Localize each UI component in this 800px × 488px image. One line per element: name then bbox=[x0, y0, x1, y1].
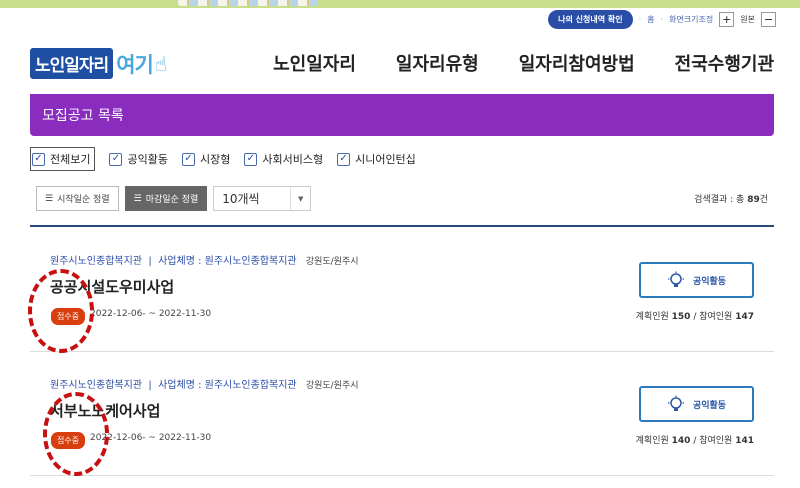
list-item[interactable]: 원주시노인종합복지관 | 사업체명 : 원주시노인종합복지관 강원도/원주시 서… bbox=[30, 352, 774, 476]
result-number: 89 bbox=[747, 195, 760, 205]
sort-by-start-button[interactable]: ☰ 시작일순 정렬 bbox=[36, 186, 119, 211]
main-nav: 노인일자리 일자리유형 일자리참여방법 전국수행기관 bbox=[273, 50, 774, 76]
result-label: 검색결과 : 총 bbox=[694, 195, 748, 205]
separator: | bbox=[145, 380, 159, 391]
count-separator: / bbox=[690, 312, 700, 322]
filter-all[interactable]: ✓ 전체보기 bbox=[30, 147, 96, 171]
sort-controls: ☰ 시작일순 정렬 ☰ 마감일순 정렬 10개씩 ▼ bbox=[36, 186, 312, 211]
chevron-down-icon: ▼ bbox=[290, 187, 310, 210]
site-header: 노인일자리 여기 ☝ 노인일자리 일자리유형 일자리참여방법 전국수행기관 bbox=[0, 36, 800, 92]
site-logo[interactable]: 노인일자리 여기 ☝ bbox=[30, 48, 167, 79]
filter-label: 사회서비스형 bbox=[262, 153, 324, 166]
job-type-label: 공익활동 bbox=[692, 276, 727, 287]
joined-count: 147 bbox=[735, 312, 754, 322]
planned-label: 계획인원 bbox=[635, 436, 672, 446]
filter-label: 공익활동 bbox=[127, 153, 168, 166]
separator: | bbox=[145, 256, 159, 267]
business-name: 사업체명 : 원주시노인종합복지관 bbox=[158, 380, 297, 391]
utility-bar: 나의 신청내역 확인 · 홈 · 화면크기조정 + 원본 − bbox=[548, 10, 776, 29]
item-meta: 원주시노인종합복지관 | 사업체명 : 원주시노인종합복지관 강원도/원주시 bbox=[50, 376, 359, 391]
lightbulb-icon bbox=[667, 395, 684, 411]
screen-size-label: 화면크기조정 bbox=[669, 15, 714, 24]
nav-item-agencies[interactable]: 전국수행기관 bbox=[675, 50, 774, 76]
headcount-info: 계획인원 140 / 참여인원 141 bbox=[636, 433, 754, 446]
item-meta: 원주시노인종합복지관 | 사업체명 : 원주시노인종합복지관 강원도/원주시 bbox=[50, 252, 359, 267]
filter-market-type[interactable]: ✓ 시장형 bbox=[181, 151, 231, 167]
region: 강원도/원주시 bbox=[305, 381, 359, 391]
separator-dot: · bbox=[638, 15, 642, 24]
checkbox-checked-icon[interactable]: ✓ bbox=[244, 152, 258, 166]
checkbox-checked-icon[interactable]: ✓ bbox=[109, 152, 123, 166]
list-top-divider bbox=[30, 225, 774, 227]
joined-label: 참여인원 bbox=[699, 436, 736, 446]
item-dates: 2022-12-06- ~ 2022-11-30 bbox=[90, 433, 212, 443]
list-icon: ☰ bbox=[133, 193, 142, 204]
joined-label: 참여인원 bbox=[699, 312, 736, 322]
page-size-select[interactable]: 10개씩 ▼ bbox=[213, 186, 312, 211]
job-type-button[interactable]: 공익활동 bbox=[639, 386, 754, 422]
business-name: 사업체명 : 원주시노인종합복지관 bbox=[158, 256, 297, 267]
list-icon: ☰ bbox=[45, 193, 54, 204]
job-type-button[interactable]: 공익활동 bbox=[639, 262, 754, 298]
filter-label: 시장형 bbox=[199, 153, 231, 166]
nav-item-senior-jobs[interactable]: 노인일자리 bbox=[273, 50, 356, 76]
headcount-info: 계획인원 150 / 참여인원 147 bbox=[636, 309, 754, 322]
item-title[interactable]: 서부노노케어사업 bbox=[50, 400, 160, 421]
filter-label: 시니어인턴십 bbox=[355, 153, 416, 166]
filter-social-service[interactable]: ✓ 사회서비스형 bbox=[244, 151, 323, 167]
sort-by-deadline-button[interactable]: ☰ 마감일순 정렬 bbox=[124, 186, 208, 211]
filter-checkboxes: ✓ 전체보기 ✓ 공익활동 ✓ 시장형 ✓ 사회서비스형 ✓ 시니어인턴십 bbox=[30, 147, 416, 171]
top-decoration-strip bbox=[0, 0, 800, 8]
count-separator: / bbox=[690, 436, 700, 446]
apply-history-button[interactable]: 나의 신청내역 확인 bbox=[548, 10, 633, 29]
region: 강원도/원주시 bbox=[305, 257, 359, 267]
sort-label: 시작일순 정렬 bbox=[57, 195, 110, 205]
zoom-original-button[interactable]: 원본 bbox=[740, 14, 755, 25]
item-title[interactable]: 공공시설도우미사업 bbox=[50, 276, 174, 297]
page-title-banner: 모집공고 목록 bbox=[30, 94, 774, 136]
lightbulb-icon bbox=[667, 271, 684, 287]
zoom-out-button[interactable]: − bbox=[761, 12, 776, 27]
decoration-illustration bbox=[178, 0, 318, 6]
logo-text-main: 노인일자리 bbox=[30, 48, 114, 79]
separator-dot: · bbox=[660, 15, 664, 24]
nav-item-job-types[interactable]: 일자리유형 bbox=[396, 50, 479, 76]
filter-label: 전체보기 bbox=[50, 153, 91, 166]
org-name: 원주시노인종합복지관 bbox=[50, 380, 142, 391]
planned-label: 계획인원 bbox=[635, 312, 672, 322]
nav-item-how-to-join[interactable]: 일자리참여방법 bbox=[519, 50, 635, 76]
job-type-label: 공익활동 bbox=[692, 400, 727, 411]
status-badge: 접수중 bbox=[51, 308, 86, 325]
list-item[interactable]: 원주시노인종합복지관 | 사업체명 : 원주시노인종합복지관 강원도/원주시 공… bbox=[30, 228, 774, 352]
planned-count: 140 bbox=[671, 436, 691, 446]
status-badge: 접수중 bbox=[51, 432, 86, 449]
sort-label: 마감일순 정렬 bbox=[145, 195, 199, 205]
filter-public-activity[interactable]: ✓ 공익활동 bbox=[109, 151, 168, 167]
page-size-value: 10개씩 bbox=[222, 192, 260, 206]
filter-senior-internship[interactable]: ✓ 시니어인턴십 bbox=[337, 151, 416, 167]
planned-count: 150 bbox=[671, 312, 691, 322]
item-dates: 2022-12-06- ~ 2022-11-30 bbox=[90, 309, 212, 319]
zoom-in-button[interactable]: + bbox=[719, 12, 735, 27]
org-name: 원주시노인종합복지관 bbox=[50, 256, 142, 267]
logo-hand-icon: ☝ bbox=[154, 51, 168, 76]
search-result-count: 검색결과 : 총 89건 bbox=[694, 192, 768, 205]
result-unit: 건 bbox=[759, 195, 768, 205]
joined-count: 141 bbox=[735, 436, 754, 446]
logo-text-sub: 여기 bbox=[116, 52, 154, 77]
page-title: 모집공고 목록 bbox=[42, 108, 124, 124]
checkbox-checked-icon[interactable]: ✓ bbox=[32, 152, 45, 166]
checkbox-checked-icon[interactable]: ✓ bbox=[181, 152, 195, 166]
home-link[interactable]: 홈 bbox=[647, 14, 654, 25]
checkbox-checked-icon[interactable]: ✓ bbox=[337, 152, 351, 166]
